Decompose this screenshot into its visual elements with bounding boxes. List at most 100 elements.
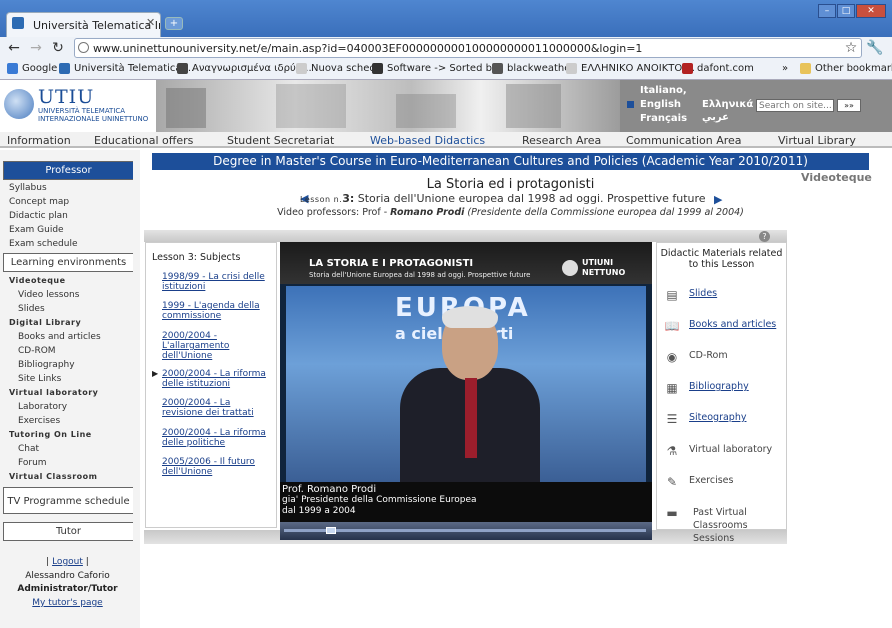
exercises-icon: ✎ bbox=[666, 475, 678, 489]
nav-virtual-library[interactable]: Virtual Library bbox=[778, 134, 856, 147]
logo-title: UTIU bbox=[38, 86, 95, 108]
other-bookmarks[interactable]: Other bookmarks bbox=[800, 63, 892, 74]
sidebar-item-didactic-plan[interactable]: Didactic plan bbox=[9, 211, 68, 221]
sidebar-item-chat[interactable]: Chat bbox=[18, 444, 39, 454]
search-go-button[interactable]: »» bbox=[837, 99, 861, 112]
back-button[interactable]: ← bbox=[6, 40, 22, 56]
sidebar-professor-button[interactable]: Professor bbox=[3, 161, 133, 180]
sidebar-item-video-lessons[interactable]: Video lessons bbox=[18, 290, 79, 300]
sidebar-item-laboratory[interactable]: Laboratory bbox=[18, 402, 67, 412]
sidebar-item-books[interactable]: Books and articles bbox=[18, 332, 101, 342]
nav-communication-area[interactable]: Communication Area bbox=[626, 134, 742, 147]
sidebar-learning-environments[interactable]: Learning environments bbox=[3, 253, 133, 272]
bookmark-favicon-icon bbox=[7, 63, 18, 74]
material-item[interactable]: ▦ Bibliography bbox=[664, 381, 749, 395]
lang-arabic[interactable]: عربي bbox=[702, 112, 729, 123]
user-name: Alessandro Caforio bbox=[25, 571, 110, 581]
nav-web-based-didactics[interactable]: Web-based Didactics bbox=[370, 134, 485, 147]
page-info-icon[interactable] bbox=[78, 42, 89, 53]
my-tutor-link[interactable]: My tutor's page bbox=[0, 598, 135, 608]
nav-student-secretariat[interactable]: Student Secretariat bbox=[227, 134, 334, 147]
bookmark-item[interactable]: Università Telematica ... bbox=[59, 63, 194, 74]
sidebar-tv-schedule[interactable]: TV Programme schedule bbox=[3, 487, 133, 514]
bookmark-item[interactable]: Αναγνωρισμένα ιδρύμ... bbox=[177, 63, 312, 74]
sidebar-section-tutoring: Tutoring On Line bbox=[9, 430, 92, 439]
slides-icon: ▤ bbox=[666, 288, 678, 302]
material-label[interactable]: Bibliography bbox=[689, 381, 749, 392]
bookmark-item[interactable]: Nuova scheda bbox=[296, 63, 382, 74]
sidebar-section-virtual-classroom[interactable]: Virtual Classroom bbox=[9, 472, 98, 481]
subject-link[interactable]: 2000/2004 - La riforma delle istituzioni bbox=[162, 369, 270, 389]
bookmark-item[interactable]: blackweather bbox=[492, 63, 575, 74]
material-item[interactable]: ▤ Slides bbox=[664, 288, 717, 302]
speaker-tie bbox=[465, 378, 477, 458]
bookmark-item[interactable]: ΕΛΛΗΝΙΚΟ ΑΝΟΙΚΤΟ ... bbox=[566, 63, 695, 74]
lang-francais[interactable]: Français bbox=[640, 113, 687, 124]
lab-icon: ⚗ bbox=[666, 444, 678, 458]
material-label: Exercises bbox=[689, 475, 734, 486]
seek-track[interactable] bbox=[284, 529, 646, 532]
sidebar-item-exam-guide[interactable]: Exam Guide bbox=[9, 225, 64, 235]
material-item[interactable]: ☰ Siteography bbox=[664, 412, 747, 426]
subject-link[interactable]: 2000/2004 - L'allargamento dell'Unione bbox=[162, 331, 270, 361]
sidebar-item-site-links[interactable]: Site Links bbox=[18, 374, 61, 384]
subject-link[interactable]: 1998/99 - La crisi delle istituzioni bbox=[162, 272, 270, 292]
nav-information[interactable]: Information bbox=[7, 134, 71, 147]
uninettuno-logo-icon bbox=[562, 260, 578, 276]
seek-thumb[interactable] bbox=[326, 527, 336, 534]
bookmark-item[interactable]: dafont.com bbox=[682, 63, 754, 74]
lang-italiano[interactable]: Italiano, bbox=[640, 85, 687, 96]
sidebar-item-syllabus[interactable]: Syllabus bbox=[9, 183, 47, 193]
bookmark-favicon-icon bbox=[566, 63, 577, 74]
subject-link[interactable]: 2000/2004 - La riforma delle politiche bbox=[162, 428, 270, 448]
material-label[interactable]: Siteography bbox=[689, 412, 746, 423]
site-search-input[interactable] bbox=[756, 99, 834, 112]
sidebar-item-cdrom[interactable]: CD-ROM bbox=[18, 346, 56, 356]
sidebar-section-digital-library: Digital Library bbox=[9, 318, 82, 327]
bookmark-item[interactable]: Software -> Sorted b... bbox=[372, 63, 502, 74]
sidebar-item-exercises[interactable]: Exercises bbox=[18, 416, 60, 426]
tab-close-icon[interactable]: ✕ bbox=[146, 16, 155, 29]
logout-link[interactable]: Logout bbox=[52, 557, 83, 567]
user-role: Administrator/Tutor bbox=[17, 584, 118, 594]
logout-row: | Logout | bbox=[46, 557, 89, 567]
subject-link[interactable]: 2000/2004 - La revisione dei trattati bbox=[162, 398, 270, 418]
cdrom-icon: ◉ bbox=[666, 350, 678, 364]
subject-link[interactable]: 1999 - L'agenda della commissione bbox=[162, 301, 270, 321]
video-brand-2: NETTUNO bbox=[582, 268, 626, 277]
bookmark-item[interactable]: Google bbox=[7, 63, 57, 74]
address-bar[interactable]: www.uninettunouniversity.net/e/main.asp?… bbox=[74, 38, 862, 58]
bookmark-favicon-icon bbox=[296, 63, 307, 74]
url-text: www.uninettunouniversity.net/e/main.asp?… bbox=[93, 42, 643, 55]
wrench-menu-icon[interactable]: 🔧 bbox=[866, 40, 883, 56]
sidebar-item-exam-schedule[interactable]: Exam schedule bbox=[9, 239, 78, 249]
reload-button[interactable]: ↻ bbox=[50, 40, 66, 56]
subject-link[interactable]: 2005/2006 - Il futuro dell'Unione bbox=[162, 457, 270, 477]
lang-english[interactable]: English bbox=[640, 99, 681, 110]
lang-greek[interactable]: Ελληνικά bbox=[702, 99, 753, 110]
material-item[interactable]: 📖 Books and articles bbox=[664, 319, 777, 333]
sidebar-item-bibliography[interactable]: Bibliography bbox=[18, 360, 75, 370]
help-icon[interactable]: ? bbox=[759, 231, 770, 242]
minimize-button[interactable]: – bbox=[818, 4, 836, 18]
new-tab-button[interactable]: + bbox=[165, 17, 183, 30]
nav-educational-offers[interactable]: Educational offers bbox=[94, 134, 193, 147]
bookmark-star-icon[interactable]: ☆ bbox=[843, 40, 859, 56]
bookmarks-overflow-icon[interactable]: » bbox=[782, 63, 788, 74]
browser-tab[interactable]: Università Telematica Inter... bbox=[6, 12, 161, 37]
maximize-button[interactable]: □ bbox=[837, 4, 855, 18]
materials-title: Didactic Materials related to this Lesso… bbox=[660, 248, 783, 270]
subjects-title: Lesson 3: Subjects bbox=[152, 252, 241, 263]
material-label[interactable]: Slides bbox=[689, 288, 717, 299]
siteography-icon: ☰ bbox=[666, 412, 678, 426]
forward-button[interactable]: → bbox=[28, 40, 44, 56]
nav-research-area[interactable]: Research Area bbox=[522, 134, 601, 147]
sidebar-item-slides[interactable]: Slides bbox=[18, 304, 45, 314]
sidebar-item-forum[interactable]: Forum bbox=[18, 458, 47, 468]
material-label[interactable]: Books and articles bbox=[689, 319, 776, 330]
next-lesson-icon[interactable]: ▶ bbox=[714, 193, 722, 206]
sidebar-tutor[interactable]: Tutor bbox=[3, 522, 133, 541]
book-icon: 📖 bbox=[664, 319, 680, 333]
sidebar-item-concept-map[interactable]: Concept map bbox=[9, 197, 69, 207]
close-window-button[interactable]: ✕ bbox=[856, 4, 886, 18]
